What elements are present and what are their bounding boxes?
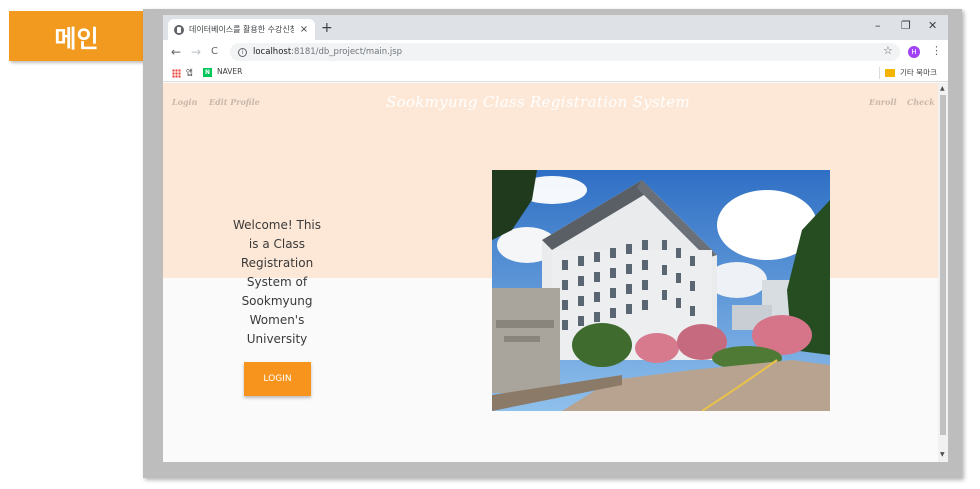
bookmark-apps[interactable]: 앱 bbox=[186, 67, 193, 78]
forward-arrow-icon[interactable]: → bbox=[191, 44, 201, 60]
bookmark-star-icon[interactable]: ☆ bbox=[883, 45, 893, 57]
nav-login[interactable]: Login bbox=[172, 97, 197, 107]
browser-window: 데이터베이스를 활용한 수강신청 × + – ❐ ✕ ← → C i local… bbox=[163, 15, 948, 462]
tab-bar: 데이터베이스를 활용한 수강신청 × + – ❐ ✕ bbox=[163, 15, 948, 40]
naver-icon: N bbox=[203, 68, 212, 77]
bookmark-divider bbox=[879, 67, 880, 79]
welcome-message: Welcome! This is a Class Registration Sy… bbox=[232, 218, 322, 346]
back-arrow-icon[interactable]: ← bbox=[171, 44, 181, 60]
nav-enroll[interactable]: Enroll bbox=[869, 97, 897, 107]
login-button[interactable]: LOGIN bbox=[244, 362, 311, 396]
bookmark-naver[interactable]: NAVER bbox=[217, 67, 242, 76]
scroll-down-icon[interactable]: ▼ bbox=[940, 451, 945, 459]
restore-icon[interactable]: ❐ bbox=[901, 19, 911, 32]
page-content: Login Edit Profile Sookmyung Class Regis… bbox=[163, 83, 938, 462]
reload-icon[interactable]: C bbox=[211, 44, 218, 60]
folder-icon bbox=[885, 69, 895, 77]
minimize-icon[interactable]: – bbox=[875, 19, 881, 32]
scroll-thumb[interactable] bbox=[940, 95, 946, 435]
url-text[interactable]: localhost:8181/db_project/main.jsp bbox=[253, 47, 402, 57]
bookmarks-bar: 앱 N NAVER 기타 북마크 bbox=[163, 64, 948, 82]
tab-title: 데이터베이스를 활용한 수강신청 bbox=[189, 25, 294, 34]
apps-grid-icon[interactable] bbox=[172, 69, 181, 78]
info-icon[interactable]: i bbox=[238, 47, 247, 57]
new-tab-button[interactable]: + bbox=[321, 19, 333, 37]
bookmark-other[interactable]: 기타 북마크 bbox=[900, 67, 937, 78]
kebab-menu-icon[interactable]: ⋮ bbox=[931, 45, 942, 57]
nav-check[interactable]: Check bbox=[907, 97, 935, 107]
slide-label: 메인 bbox=[9, 11, 144, 61]
close-tab-icon[interactable]: × bbox=[299, 24, 309, 35]
page-scrollbar[interactable]: ▲ ▼ bbox=[938, 83, 948, 462]
scroll-up-icon[interactable]: ▲ bbox=[940, 85, 945, 93]
profile-avatar[interactable]: H bbox=[908, 46, 920, 58]
site-title: Sookmyung Class Registration System bbox=[386, 93, 690, 111]
address-bar[interactable]: i localhost:8181/db_project/main.jsp bbox=[230, 43, 900, 61]
window-close-icon[interactable]: ✕ bbox=[928, 19, 937, 32]
campus-photo bbox=[492, 170, 830, 411]
nav-edit-profile[interactable]: Edit Profile bbox=[209, 97, 260, 107]
globe-icon bbox=[174, 24, 184, 35]
browser-toolbar: ← → C i localhost:8181/db_project/main.j… bbox=[163, 40, 948, 64]
browser-tab[interactable]: 데이터베이스를 활용한 수강신청 × bbox=[168, 19, 315, 40]
